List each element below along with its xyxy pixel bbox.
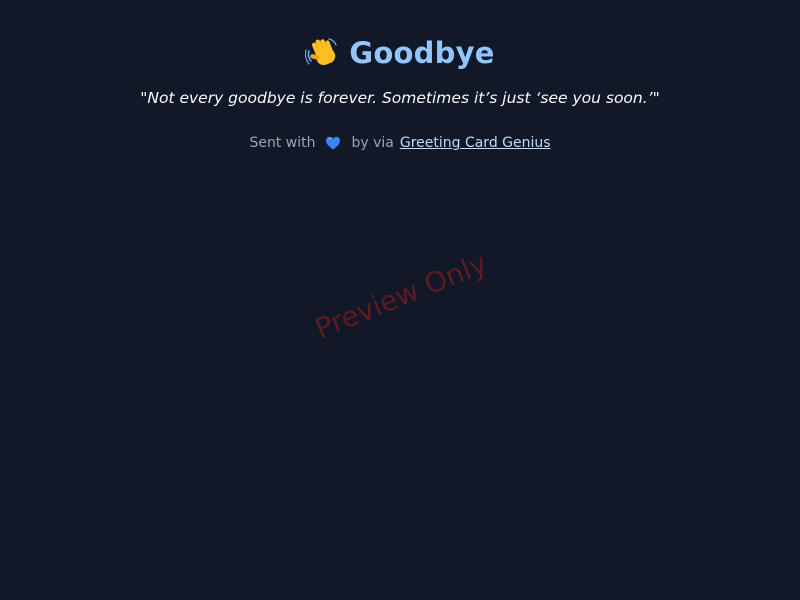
by-via-label: by via (351, 135, 394, 151)
preview-watermark: Preview Only (310, 246, 492, 346)
card-message: "Not every goodbye is forever. Sometimes… (140, 89, 660, 107)
card-footer: Sent with by via Greeting Card Genius (0, 133, 800, 153)
greeting-card-genius-link[interactable]: Greeting Card Genius (400, 133, 551, 153)
waving-hand-icon (305, 36, 339, 70)
sent-with-label: Sent with (249, 135, 316, 151)
title-row: Goodbye (0, 30, 800, 76)
blue-heart-icon (325, 135, 341, 151)
card-title: Goodbye (349, 36, 495, 70)
